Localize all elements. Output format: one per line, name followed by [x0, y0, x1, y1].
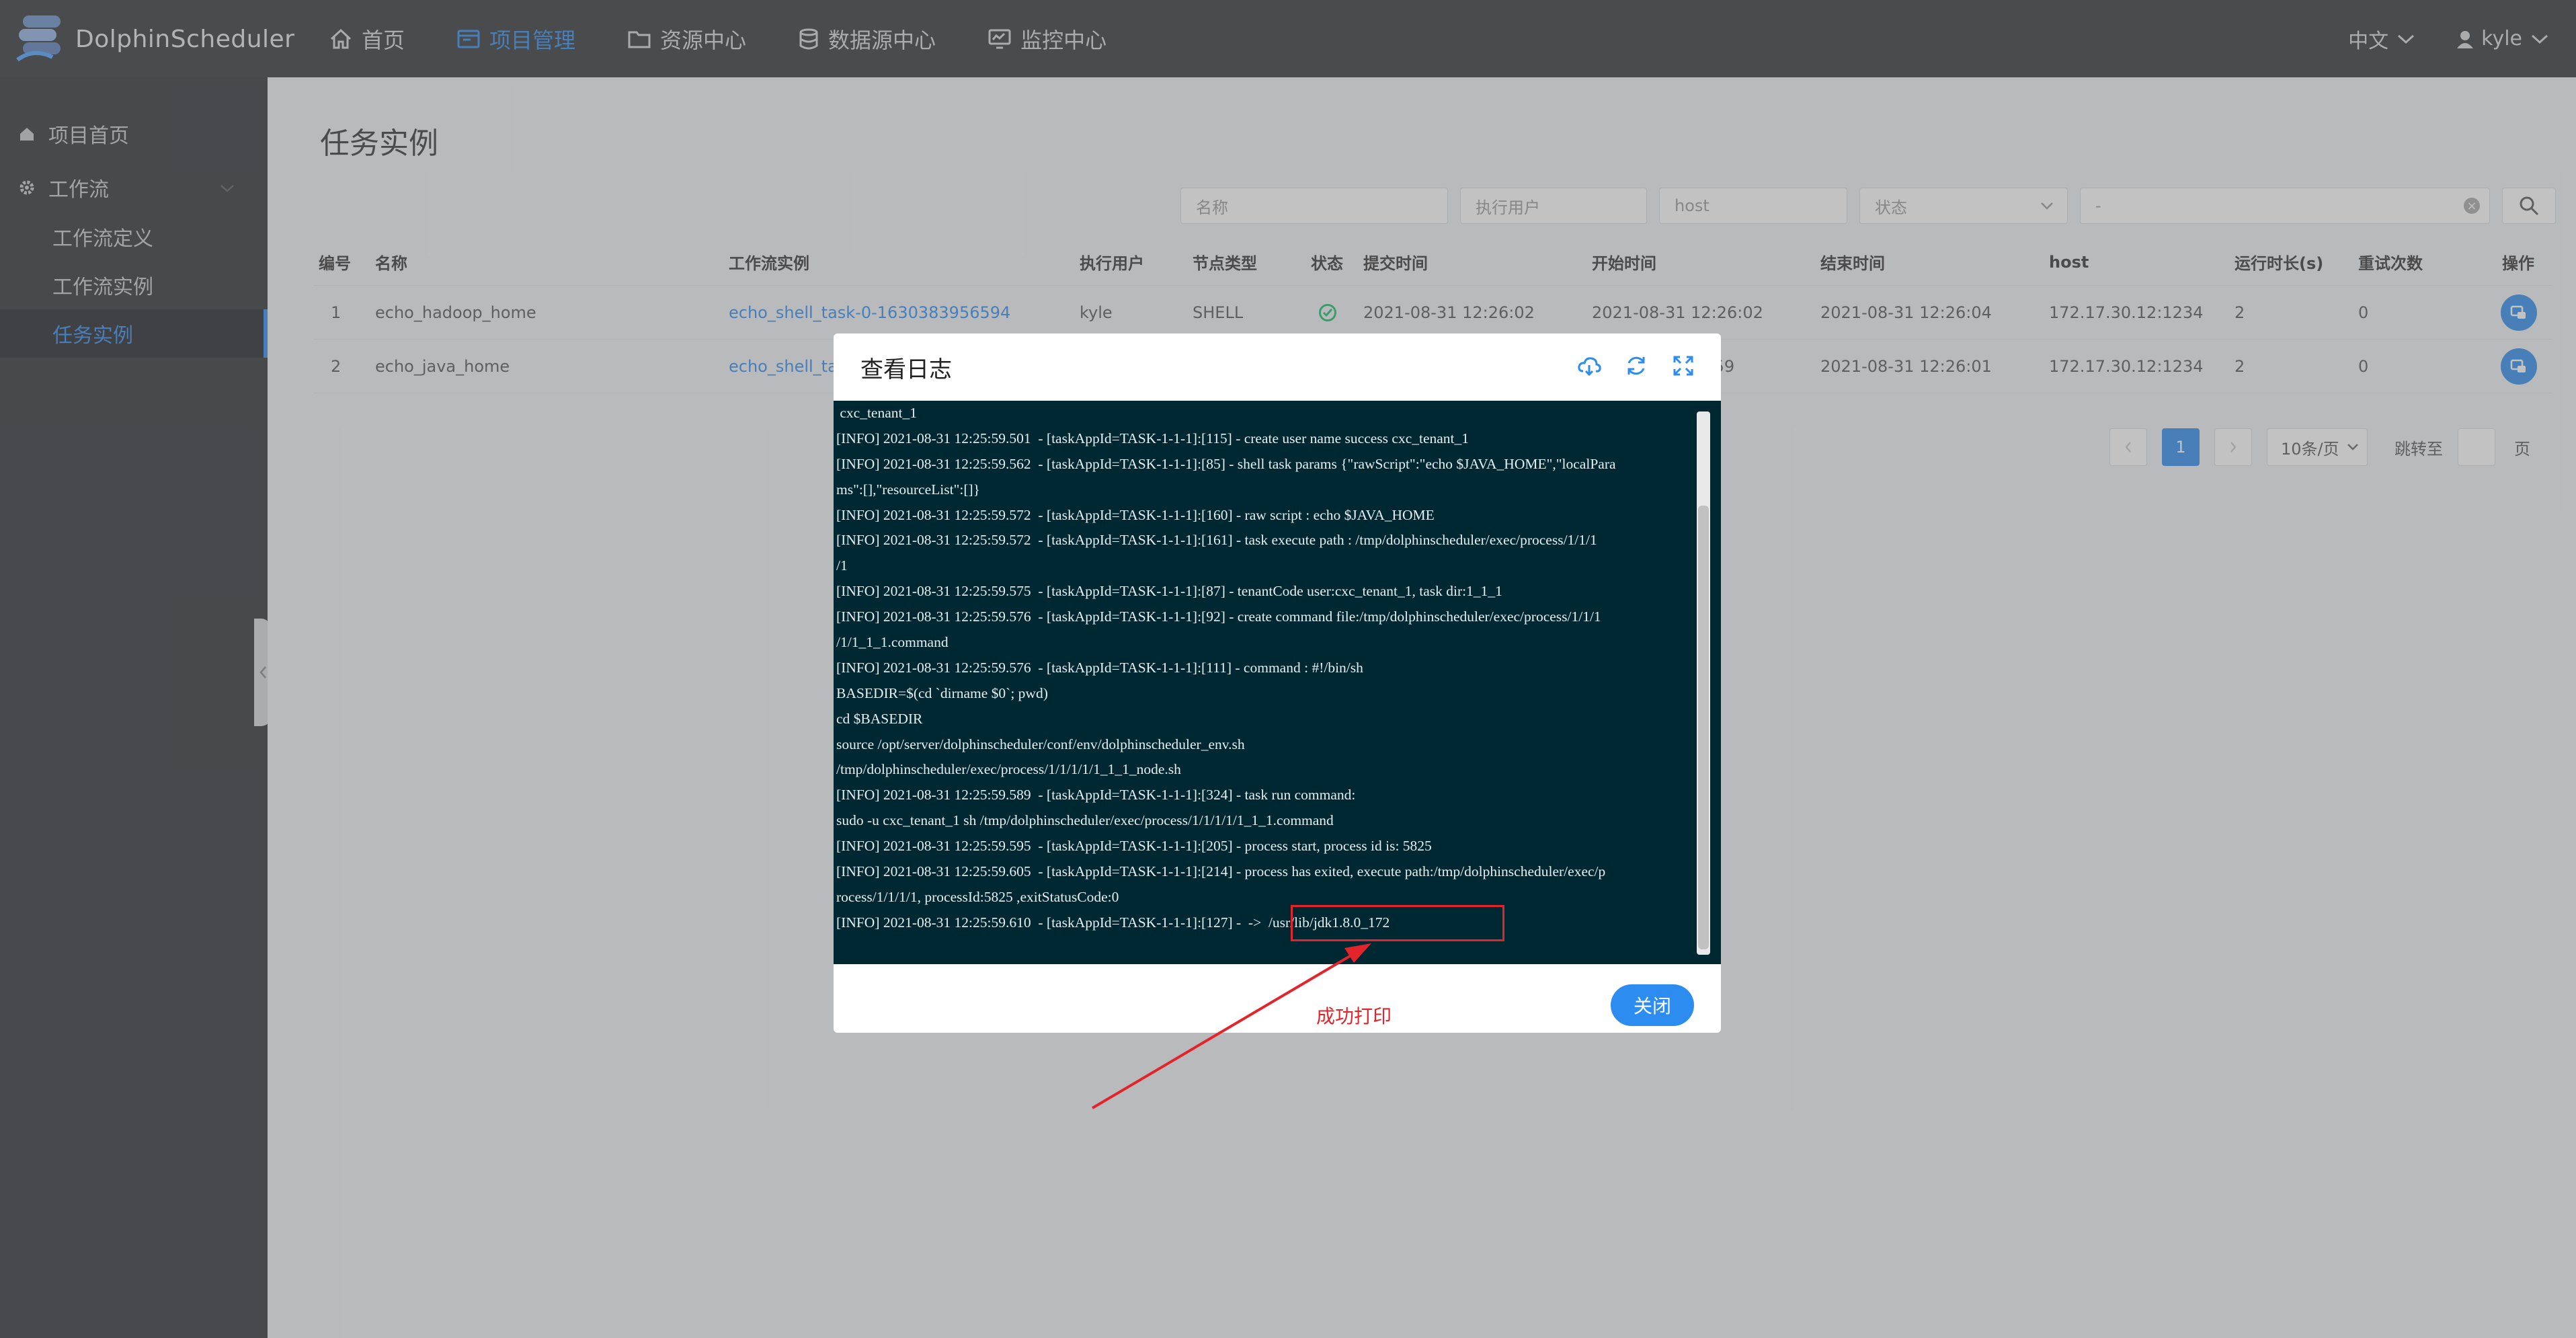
refresh-icon[interactable] [1624, 354, 1648, 378]
log-line: /1 [836, 557, 848, 574]
annotation-text: 成功打印 [1316, 1005, 1392, 1027]
log-line: [INFO] 2021-08-31 12:25:59.589 - [taskAp… [836, 787, 1356, 803]
dialog-footer: 关闭 [834, 964, 1721, 1033]
fullscreen-icon[interactable] [1671, 354, 1695, 378]
log-line: source /opt/server/dolphinscheduler/conf… [836, 736, 1245, 752]
log-line: ms":[],"resourceList":[]} [836, 481, 980, 498]
log-line: cd $BASEDIR [836, 710, 923, 727]
log-line: [INFO] 2021-08-31 12:25:59.562 - [taskAp… [836, 455, 1616, 472]
log-line: [INFO] 2021-08-31 12:25:59.595 - [taskAp… [836, 838, 1432, 855]
view-log-dialog: 查看日志 cxc_tenant_1 [INFO] 2021-08-31 12:25… [834, 333, 1721, 1033]
dialog-toolbar [1577, 354, 1695, 378]
log-content: cxc_tenant_1 [INFO] 2021-08-31 12:25:59.5… [836, 401, 1690, 936]
log-viewer[interactable]: cxc_tenant_1 [INFO] 2021-08-31 12:25:59.5… [834, 401, 1721, 964]
log-line: rocess/1/1/1/1, processId:5825 ,exitStat… [836, 888, 1119, 905]
log-line: BASEDIR=$(cd `dirname $0`; pwd) [836, 684, 1048, 701]
log-line: cxc_tenant_1 [836, 405, 917, 421]
log-line: /tmp/dolphinscheduler/exec/process/1/1/1… [836, 761, 1181, 778]
log-line: [INFO] 2021-08-31 12:25:59.610 - [taskAp… [836, 914, 1390, 931]
log-line: [INFO] 2021-08-31 12:25:59.575 - [taskAp… [836, 583, 1502, 600]
log-line: /1/1_1_1.command [836, 634, 949, 651]
dialog-header: 查看日志 [834, 333, 1721, 401]
highlight-box [1291, 905, 1504, 941]
close-button[interactable]: 关闭 [1611, 984, 1694, 1026]
log-scrollbar-thumb[interactable] [1698, 506, 1709, 949]
log-line: [INFO] 2021-08-31 12:25:59.572 - [taskAp… [836, 532, 1597, 549]
log-scrollbar[interactable] [1697, 411, 1710, 955]
log-line: [INFO] 2021-08-31 12:25:59.605 - [taskAp… [836, 863, 1606, 880]
log-line: [INFO] 2021-08-31 12:25:59.576 - [taskAp… [836, 659, 1363, 676]
log-line: [INFO] 2021-08-31 12:25:59.572 - [taskAp… [836, 506, 1435, 523]
log-line: [INFO] 2021-08-31 12:25:59.576 - [taskAp… [836, 608, 1601, 625]
cloud-download-icon[interactable] [1577, 354, 1601, 378]
dialog-title: 查看日志 [860, 356, 952, 383]
log-line: [INFO] 2021-08-31 12:25:59.501 - [taskAp… [836, 430, 1470, 446]
log-line: sudo -u cxc_tenant_1 sh /tmp/dolphinsche… [836, 812, 1334, 829]
